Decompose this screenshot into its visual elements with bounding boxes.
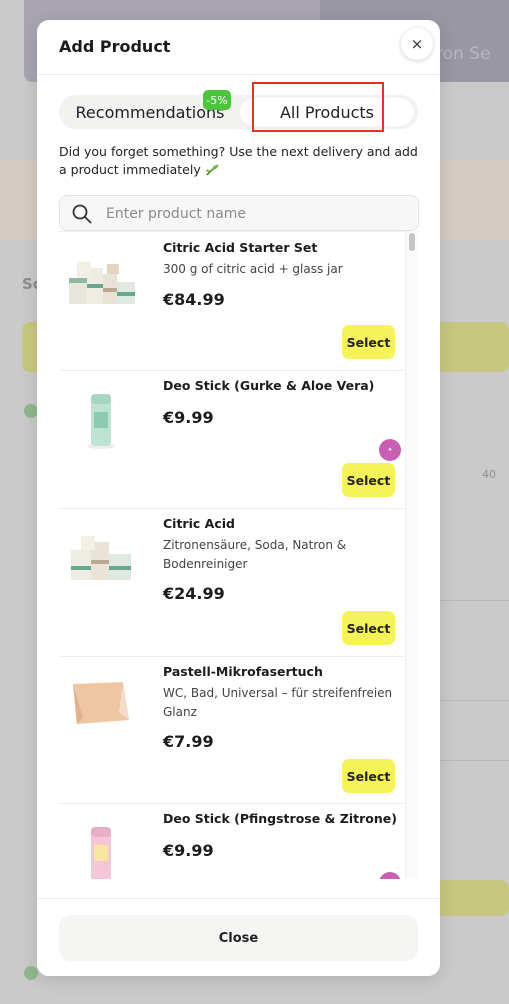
search-icon <box>72 204 92 224</box>
award-badge-icon: ★ <box>379 439 401 461</box>
product-list[interactable]: Citric Acid Starter Set 300 g of citric … <box>59 231 419 879</box>
product-name: Citric Acid <box>163 516 235 531</box>
close-icon[interactable]: × <box>401 28 433 60</box>
product-price: €9.99 <box>163 408 214 427</box>
select-button[interactable]: Select <box>342 463 395 497</box>
select-button[interactable]: Select <box>342 611 395 645</box>
product-price: €9.99 <box>163 841 214 860</box>
modal-title: Add Product <box>59 37 171 56</box>
product-item: Deo Stick (Gurke & Aloe Vera) €9.99 ★ Se… <box>59 370 405 509</box>
seedling-icon <box>205 162 220 177</box>
scrollbar-thumb[interactable] <box>409 233 415 251</box>
product-image <box>69 262 135 304</box>
product-item: Citric Acid Starter Set 300 g of citric … <box>59 232 405 371</box>
product-image <box>91 827 111 879</box>
close-button[interactable]: Close <box>59 915 418 961</box>
product-description: WC, Bad, Universal – für streifenfreien … <box>163 686 393 719</box>
product-name: Deo Stick (Pfingstrose & Zitrone) <box>163 811 397 826</box>
select-button[interactable]: Select <box>342 325 395 359</box>
search-input[interactable] <box>104 200 408 228</box>
product-image <box>71 536 131 580</box>
add-product-modal: Add Product × Recommendations All Produc… <box>37 20 440 976</box>
intro-text: Did you forget something? Use the next d… <box>59 143 419 179</box>
product-price: €24.99 <box>163 584 225 603</box>
product-price: €7.99 <box>163 732 214 751</box>
product-item: Deo Stick (Pfingstrose & Zitrone) €9.99 … <box>59 803 405 879</box>
select-button[interactable]: Select <box>342 759 395 793</box>
award-badge-icon: ★ <box>379 872 401 879</box>
scrollbar[interactable] <box>405 231 418 878</box>
search-box <box>59 195 419 231</box>
product-item: Pastell-Mikrofasertuch WC, Bad, Universa… <box>59 656 405 804</box>
highlight-annotation <box>252 82 384 132</box>
product-item: Citric Acid Zitronensäure, Soda, Natron … <box>59 508 405 657</box>
product-description: Zitronensäure, Soda, Natron & Bodenreini… <box>163 538 347 571</box>
product-description: 300 g of citric acid + glass jar <box>163 262 343 276</box>
product-name: Pastell-Mikrofasertuch <box>163 664 323 679</box>
product-image <box>87 394 115 449</box>
intro-text-content: Did you forget something? Use the next d… <box>59 144 418 177</box>
product-price: €84.99 <box>163 290 225 309</box>
modal-footer: Close <box>37 898 440 976</box>
product-name: Deo Stick (Gurke & Aloe Vera) <box>163 378 375 393</box>
product-name: Citric Acid Starter Set <box>163 240 318 255</box>
modal-header: Add Product × <box>37 20 440 75</box>
discount-badge: -5% <box>203 90 231 110</box>
product-image <box>73 682 129 724</box>
